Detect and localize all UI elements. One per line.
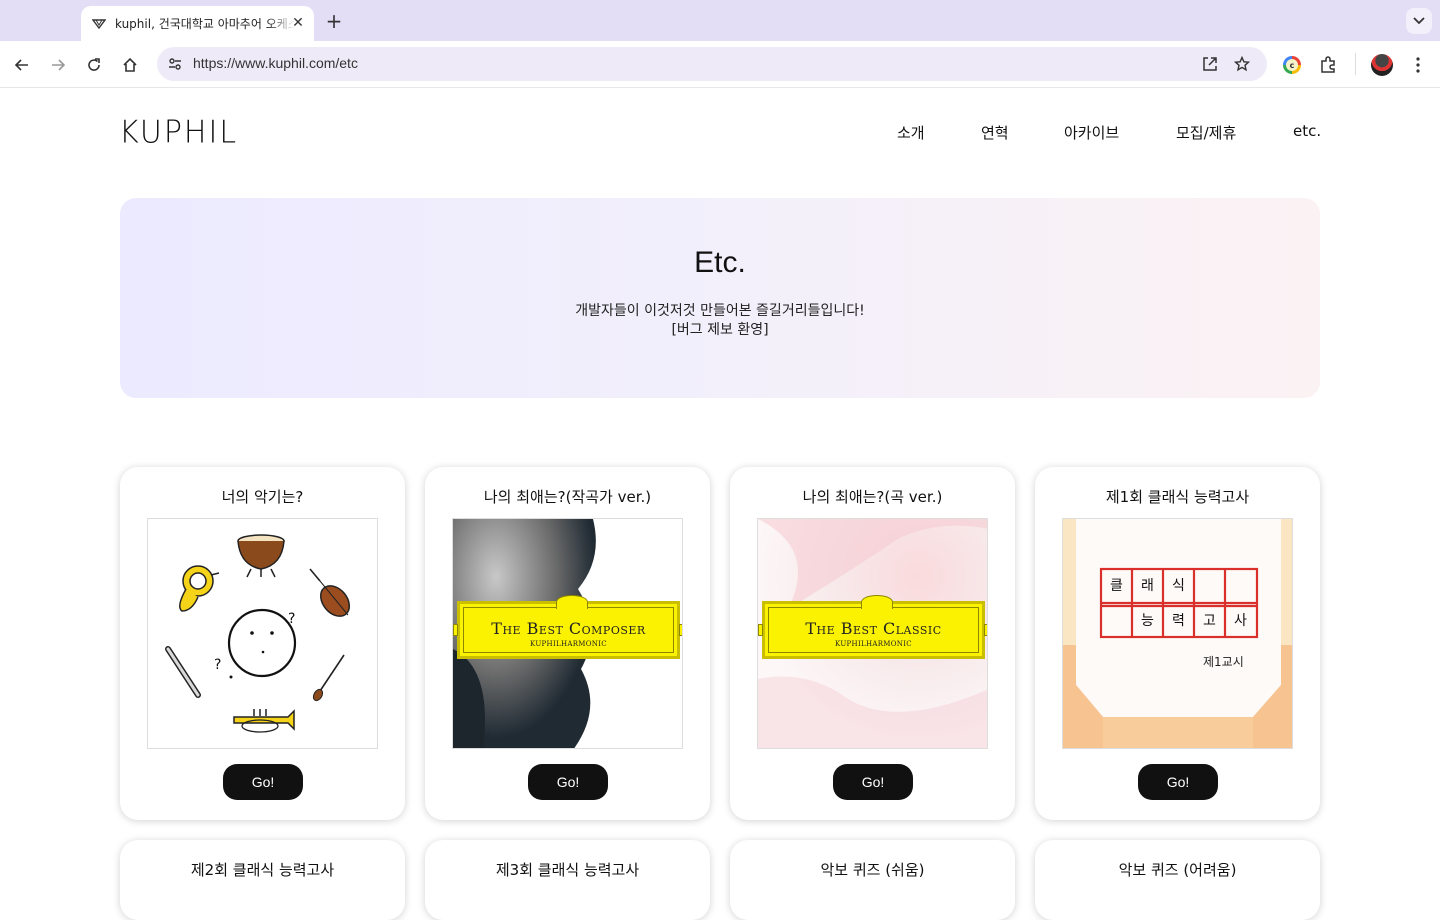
site-logo[interactable]: KUPHIL <box>119 114 238 151</box>
nav-link-about[interactable]: 소개 <box>897 122 925 143</box>
nav-link-history[interactable]: 연혁 <box>981 122 1009 143</box>
extension-c-button[interactable]: c <box>1278 51 1306 79</box>
go-button[interactable]: Go! <box>833 764 913 800</box>
album-title: The Best Composer <box>491 618 646 638</box>
flute-icon <box>165 646 201 698</box>
arrow-right-icon <box>52 59 66 71</box>
grid-char: 사 <box>1234 613 1247 629</box>
reload-icon <box>88 58 100 71</box>
tab-title: kuphil, 건국대학교 아마추어 오케스트라 <box>115 17 295 31</box>
address-bar[interactable]: https://www.kuphil.com/etc <box>157 47 1267 81</box>
tab-close-icon[interactable]: ✕ <box>290 15 306 31</box>
card-classic-exam-3[interactable]: 제3회 클래식 능력고사 <box>425 840 710 920</box>
baton-icon <box>312 654 345 702</box>
hero-subtitle-line-1: 개발자들이 이것저것 만들어본 즐길거리들입니다! <box>575 303 865 319</box>
forward-button[interactable] <box>44 51 72 79</box>
album-label: The Best Composer KUPHILHARMONIC <box>453 595 682 659</box>
browser-tab-strip: kuphil, 건국대학교 아마추어 오케스트라 ✕ + <box>0 0 1440 41</box>
nav-link-archive[interactable]: 아카이브 <box>1064 122 1119 143</box>
browser-menu-button[interactable] <box>1404 51 1432 79</box>
card-title: 악보 퀴즈 (쉬움) <box>820 861 925 879</box>
card-title: 제2회 클래식 능력고사 <box>190 861 335 879</box>
browser-toolbar: https://www.kuphil.com/etc c <box>0 41 1440 88</box>
bookmark-star-icon[interactable] <box>1230 52 1254 76</box>
grid-char: 래 <box>1141 578 1154 594</box>
hero-subtitle: 개발자들이 이것저것 만들어본 즐길거리들입니다! [버그 제보 환영] <box>0 302 1440 340</box>
card-classic-exam-1[interactable]: 제1회 클래식 능력고사 클 래 식 능 력 고 사 제1교시 Go! <box>1035 467 1320 820</box>
album-crest-icon <box>556 595 588 609</box>
card-favorite-composer[interactable]: 나의 최애는?(작곡가 ver.) The Best Composer KUPH… <box>425 467 710 820</box>
profile-button[interactable] <box>1368 51 1396 79</box>
reload-button[interactable] <box>80 51 108 79</box>
back-button[interactable] <box>8 51 36 79</box>
violin-icon <box>309 568 351 617</box>
go-button[interactable]: Go! <box>223 764 303 800</box>
svg-text:?: ? <box>288 611 295 627</box>
exam-grid-row-1: 클 래 식 <box>1101 569 1257 603</box>
card-title: 너의 악기는? <box>221 488 304 506</box>
hero-banner <box>120 198 1320 398</box>
open-in-app-icon[interactable] <box>1198 52 1222 76</box>
classic-exam-image: 클 래 식 능 력 고 사 제1교시 <box>1062 518 1293 749</box>
svg-text:?: ? <box>214 657 221 673</box>
exam-caption: 제1교시 <box>1203 655 1244 669</box>
album-crest-icon <box>861 595 893 609</box>
card-score-quiz-easy[interactable]: 악보 퀴즈 (쉬움) <box>730 840 1015 920</box>
go-button[interactable]: Go! <box>1138 764 1218 800</box>
album-label: The Best Classic KUPHILHARMONIC <box>758 595 987 659</box>
card-title: 나의 최애는?(작곡가 ver.) <box>483 488 652 506</box>
go-button[interactable]: Go! <box>528 764 608 800</box>
card-title: 제3회 클래식 능력고사 <box>495 861 640 879</box>
url-text[interactable]: https://www.kuphil.com/etc <box>193 55 358 71</box>
home-icon <box>123 57 137 72</box>
exam-grid-row-2: 능 력 고 사 <box>1101 606 1257 637</box>
browser-tab-active[interactable]: kuphil, 건국대학교 아마추어 오케스트라 ✕ <box>81 6 314 41</box>
arrow-left-icon <box>14 59 28 71</box>
thinking-face-icon: ? ? <box>214 608 297 679</box>
album-title: The Best Classic <box>805 618 942 638</box>
card-title: 제1회 클래식 능력고사 <box>1105 488 1250 506</box>
new-tab-button[interactable]: + <box>322 9 346 33</box>
grid-char <box>1225 569 1256 603</box>
home-button[interactable] <box>116 51 144 79</box>
best-composer-album-image: The Best Composer KUPHILHARMONIC <box>452 518 683 749</box>
best-classic-album-image: The Best Classic KUPHILHARMONIC <box>757 518 988 749</box>
nav-link-recruit[interactable]: 모집/제휴 <box>1176 122 1236 143</box>
grid-char: 력 <box>1172 613 1185 629</box>
card-favorite-classic[interactable]: 나의 최애는?(곡 ver.) The Best Classic KUPHILH… <box>730 467 1015 820</box>
card-score-quiz-hard[interactable]: 악보 퀴즈 (어려움) <box>1035 840 1320 920</box>
puzzle-piece-icon <box>1321 56 1335 73</box>
instrument-quiz-image: ? ? <box>147 518 378 749</box>
grid-char: 클 <box>1110 578 1123 594</box>
hero-subtitle-line-2: [버그 제보 환영] <box>671 322 769 338</box>
more-vertical-icon <box>1416 57 1420 73</box>
nav-link-etc[interactable]: etc. <box>1293 122 1321 140</box>
card-classic-exam-2[interactable]: 제2회 클래식 능력고사 <box>120 840 405 920</box>
french-horn-icon <box>179 565 220 612</box>
chevron-down-icon <box>1413 17 1425 25</box>
site-settings-icon[interactable] <box>163 52 187 76</box>
album-subtitle: KUPHILHARMONIC <box>835 639 912 648</box>
grid-char <box>1101 606 1132 637</box>
profile-avatar <box>1371 54 1393 76</box>
card-instrument-quiz[interactable]: 너의 악기는? ? ? Go! <box>120 467 405 820</box>
grid-char <box>1194 569 1225 603</box>
album-subtitle: KUPHILHARMONIC <box>530 639 607 648</box>
toolbar-divider <box>1355 53 1356 75</box>
extensions-button[interactable] <box>1314 51 1342 79</box>
kuphil-favicon-icon <box>91 16 107 32</box>
grid-char: 능 <box>1141 613 1154 629</box>
extension-c-icon: c <box>1283 56 1301 74</box>
card-title: 악보 퀴즈 (어려움) <box>1118 861 1237 879</box>
grid-char: 식 <box>1172 578 1185 594</box>
card-title: 나의 최애는?(곡 ver.) <box>802 488 943 506</box>
tab-search-button[interactable] <box>1406 8 1432 34</box>
timpani-icon <box>237 534 285 578</box>
page-title: Etc. <box>694 246 746 279</box>
grid-char: 고 <box>1203 613 1216 629</box>
trumpet-icon <box>233 709 295 733</box>
